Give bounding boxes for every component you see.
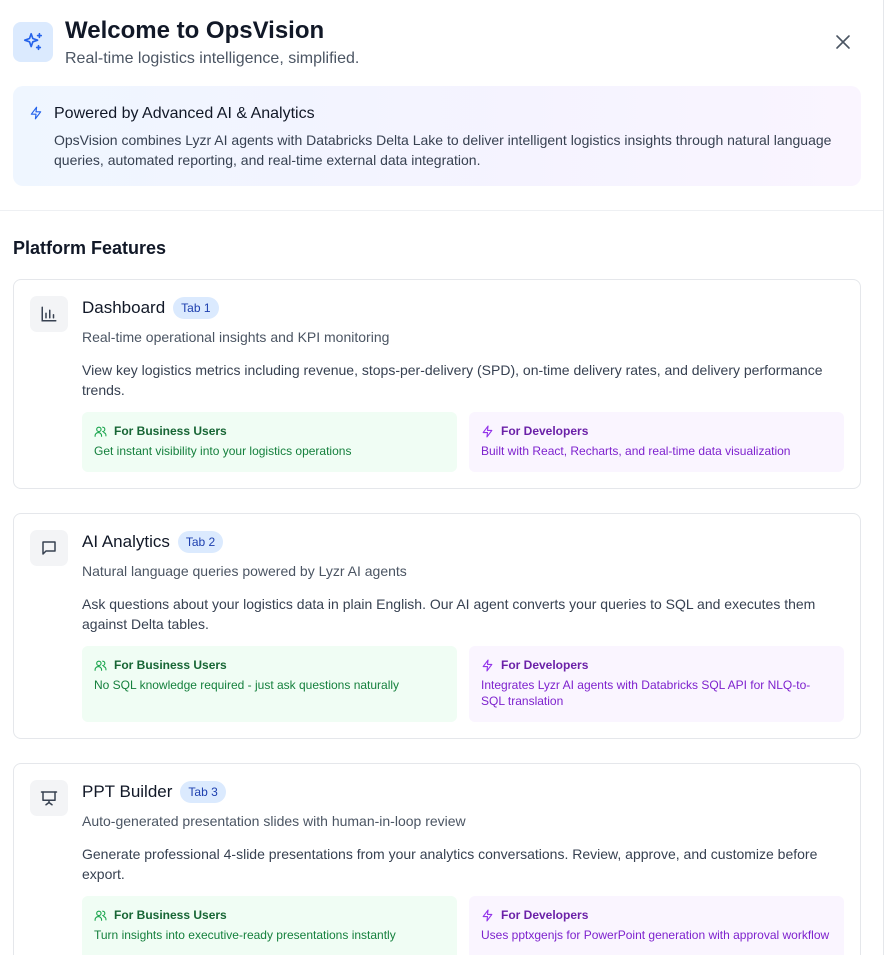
feature-card-ppt-builder: PPT Builder Tab 3 Auto-generated present… xyxy=(13,763,861,955)
feature-name: PPT Builder xyxy=(82,782,173,801)
zap-icon xyxy=(482,659,493,671)
powered-title: Powered by Advanced AI & Analytics xyxy=(54,105,315,122)
developers-label: For Developers xyxy=(501,908,589,922)
feature-description: View key logistics metrics including rev… xyxy=(82,362,823,398)
developers-label: For Developers xyxy=(501,424,589,438)
feature-tagline: Auto-generated presentation slides with … xyxy=(82,813,466,829)
zap-icon xyxy=(482,909,493,921)
feature-tagline: Natural language queries powered by Lyzr… xyxy=(82,563,407,579)
modal-subtitle: Real-time logistics intelligence, simpli… xyxy=(65,50,360,67)
business-users-box: For Business Users No SQL knowledge requ… xyxy=(82,646,457,722)
zap-icon xyxy=(30,106,42,120)
business-users-box: For Business Users Get instant visibilit… xyxy=(82,412,457,472)
business-users-label: For Business Users xyxy=(114,424,227,438)
powered-by-banner: Powered by Advanced AI & Analytics OpsVi… xyxy=(13,86,861,186)
developers-box: For Developers Integrates Lyzr AI agents… xyxy=(469,646,844,722)
sparkles-icon xyxy=(13,22,53,62)
modal-title: Welcome to OpsVision xyxy=(65,17,325,44)
developers-text: Integrates Lyzr AI agents with Databrick… xyxy=(481,678,811,708)
business-users-label: For Business Users xyxy=(114,658,227,672)
zap-icon xyxy=(482,425,493,437)
developers-text: Built with React, Recharts, and real-tim… xyxy=(481,444,791,458)
business-users-box: For Business Users Turn insights into ex… xyxy=(82,896,457,955)
close-button[interactable] xyxy=(831,30,855,54)
message-square-icon xyxy=(30,530,68,566)
feature-tagline: Real-time operational insights and KPI m… xyxy=(82,329,390,345)
modal-header: Welcome to OpsVision Real-time logistics… xyxy=(13,15,873,75)
users-icon xyxy=(94,426,107,437)
bar-chart-icon xyxy=(30,296,68,332)
users-icon xyxy=(94,660,107,671)
developers-box: For Developers Built with React, Rechart… xyxy=(469,412,844,472)
business-users-text: Turn insights into executive-ready prese… xyxy=(94,928,396,942)
feature-description: Ask questions about your logistics data … xyxy=(82,596,816,632)
tab-badge: Tab 2 xyxy=(177,531,224,553)
business-users-text: Get instant visibility into your logisti… xyxy=(94,444,352,458)
feature-name: Dashboard xyxy=(82,298,166,317)
divider xyxy=(0,210,883,211)
feature-card-dashboard: Dashboard Tab 1 Real-time operational in… xyxy=(13,279,861,489)
business-users-text: No SQL knowledge required - just ask que… xyxy=(94,678,400,692)
close-icon[interactable] xyxy=(835,34,851,50)
tab-badge: Tab 3 xyxy=(180,781,226,803)
feature-name: AI Analytics xyxy=(82,532,170,551)
presentation-icon xyxy=(30,780,68,816)
feature-description: Generate professional 4-slide presentati… xyxy=(82,846,818,882)
developers-label: For Developers xyxy=(501,658,589,672)
developers-box: For Developers Uses pptxgenjs for PowerP… xyxy=(469,896,844,955)
business-users-label: For Business Users xyxy=(114,908,227,922)
tab-badge: Tab 1 xyxy=(173,297,219,319)
powered-description: OpsVision combines Lyzr AI agents with D… xyxy=(54,132,832,168)
feature-card-ai-analytics: AI Analytics Tab 2 Natural language quer… xyxy=(13,513,861,739)
users-icon xyxy=(94,910,107,921)
developers-text: Uses pptxgenjs for PowerPoint generation… xyxy=(481,928,830,942)
section-title: Platform Features xyxy=(13,238,167,258)
welcome-modal: Welcome to OpsVision Real-time logistics… xyxy=(0,0,884,955)
